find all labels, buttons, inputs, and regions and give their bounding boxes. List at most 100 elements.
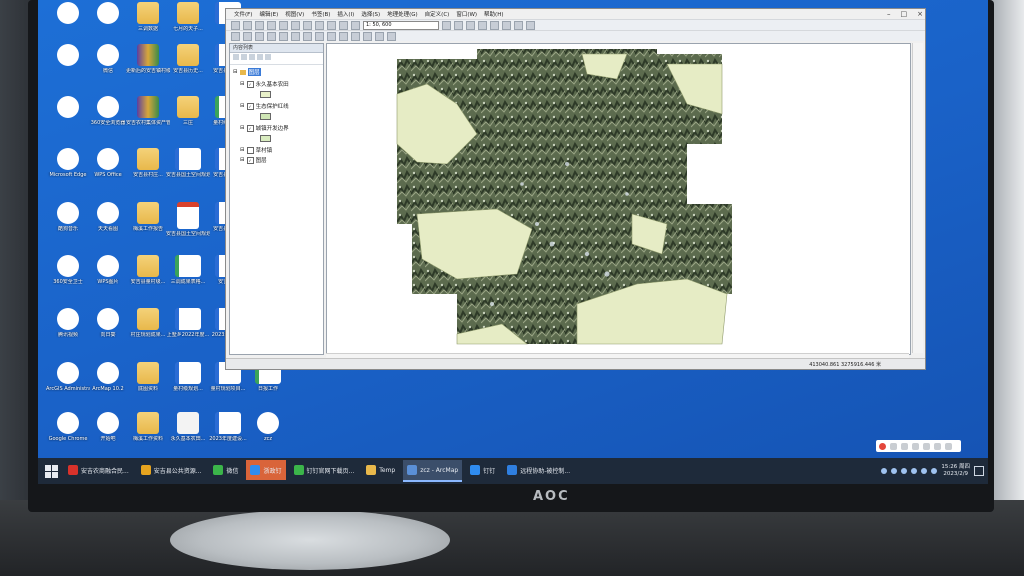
catalog-icon[interactable] <box>478 20 487 30</box>
desktop-icon[interactable]: 七月的天子... <box>166 2 210 32</box>
toc-layer-item[interactable]: ⊟ ✓ 图层 <box>240 156 267 164</box>
menu-windows[interactable]: 窗口(W) <box>456 10 477 18</box>
map-view[interactable] <box>326 43 911 355</box>
cut-icon[interactable] <box>279 20 288 30</box>
menu-selection[interactable]: 选择(S) <box>361 10 380 18</box>
python-icon[interactable] <box>514 20 523 30</box>
desktop-icon[interactable] <box>46 2 90 26</box>
model-builder-icon[interactable] <box>526 20 535 30</box>
desktop-icon[interactable] <box>46 96 90 120</box>
menu-bookmarks[interactable]: 书签(B) <box>311 10 330 18</box>
layer-visibility-checkbox[interactable] <box>246 146 254 154</box>
desktop-icon[interactable]: 三调成果表格... <box>166 255 210 285</box>
zoom-in-icon[interactable] <box>231 31 240 41</box>
maximize-icon[interactable]: □ <box>901 10 908 18</box>
list-by-visibility-icon[interactable] <box>249 54 255 60</box>
delete-icon[interactable] <box>315 20 324 30</box>
desktop-icon[interactable]: Microsoft Edge <box>46 148 90 178</box>
desktop-icon[interactable]: 微信 <box>86 44 130 74</box>
desktop-icon[interactable]: 梅溪工作资料 <box>126 412 170 442</box>
find-icon[interactable] <box>363 31 372 41</box>
layer-visibility-checkbox[interactable]: ✓ <box>246 80 254 88</box>
desktop-icon[interactable]: 安吉县历史... <box>166 44 210 74</box>
layer-visibility-checkbox[interactable]: ✓ <box>246 124 254 132</box>
layer-visibility-checkbox[interactable]: ✓ <box>246 156 254 164</box>
desktop-icon[interactable]: 安吉县量村级... <box>126 255 170 285</box>
zoom-out-icon[interactable] <box>243 31 252 41</box>
expand-icon[interactable]: ⊟ <box>240 103 245 109</box>
desktop-icon[interactable]: 腾讯视频 <box>46 308 90 338</box>
menu-geoprocessing[interactable]: 地理处理(G) <box>387 10 418 18</box>
desktop-icon[interactable]: 底图资料 <box>126 362 170 392</box>
toc-layer-item[interactable]: ⊟ ✓ 城镇开发边界 <box>240 124 289 132</box>
desktop-icon[interactable]: Google Chrome <box>46 412 90 442</box>
list-by-source-icon[interactable] <box>241 54 247 60</box>
desktop-icon[interactable]: zcz <box>246 412 290 442</box>
desktop-icon[interactable]: 2023年度建设... <box>206 412 250 442</box>
redo-icon[interactable] <box>339 20 348 30</box>
copy-icon[interactable] <box>291 20 300 30</box>
desktop-icon[interactable]: 天天看图 <box>86 202 130 232</box>
menu-insert[interactable]: 插入(I) <box>337 10 354 18</box>
layer-symbol-swatch[interactable] <box>260 113 271 120</box>
table-icon[interactable] <box>454 20 463 30</box>
list-by-selection-icon[interactable] <box>257 54 263 60</box>
layer-visibility-checkbox[interactable]: ✓ <box>246 102 254 110</box>
menu-customize[interactable]: 自定义(C) <box>425 10 450 18</box>
back-extent-icon[interactable] <box>279 31 288 41</box>
toolbox-icon[interactable] <box>502 20 511 30</box>
hyperlink-icon[interactable] <box>339 31 348 41</box>
ime-skin-icon[interactable] <box>934 442 941 450</box>
desktop-icon[interactable]: 永久基本农田... <box>166 412 210 442</box>
taskbar-app-button[interactable]: 钉钉 <box>466 460 499 480</box>
notification-icon[interactable] <box>974 466 984 476</box>
full-extent-icon[interactable] <box>267 31 276 41</box>
ime-mode-icon[interactable] <box>890 442 897 450</box>
desktop-icon[interactable]: 安吉县国土空间规划... <box>166 148 210 178</box>
desktop-icon[interactable] <box>86 2 130 26</box>
toc-options-icon[interactable] <box>265 54 271 60</box>
desktop-icon[interactable]: 量村级规划... <box>166 362 210 392</box>
menu-file[interactable]: 文件(F) <box>234 10 252 18</box>
tray-cloud-icon[interactable] <box>891 468 898 474</box>
add-data-icon[interactable] <box>351 20 360 30</box>
desktop-icon[interactable]: 安吉县村庄... <box>126 148 170 178</box>
print-icon[interactable] <box>267 20 276 30</box>
expand-icon[interactable]: ⊟ <box>240 147 245 153</box>
close-icon[interactable]: × <box>917 10 923 18</box>
menu-help[interactable]: 帮助(H) <box>484 10 503 18</box>
system-clock[interactable]: 15:26 周四 2023/2/9 <box>941 464 970 478</box>
tray-wechat-icon[interactable] <box>911 468 918 474</box>
ime-punct-icon[interactable] <box>901 442 908 450</box>
desktop-icon[interactable]: 开始吧 <box>86 412 130 442</box>
menu-edit[interactable]: 编辑(E) <box>259 10 278 18</box>
tray-security-icon[interactable] <box>901 468 908 474</box>
desktop-icon[interactable]: 梅溪工作报告 <box>126 202 170 232</box>
desktop-icon[interactable]: 安吉农村集体资产管理... <box>126 96 170 126</box>
taskbar-app-button[interactable]: 安吉农商融合民... <box>64 460 133 480</box>
search-icon[interactable] <box>490 20 499 30</box>
undo-icon[interactable] <box>327 20 336 30</box>
desktop-icon[interactable]: 360安全卫士 <box>46 255 90 285</box>
menu-view[interactable]: 视图(V) <box>285 10 304 18</box>
toc-root-layers[interactable]: ⊟ 图层 <box>233 68 261 76</box>
paste-icon[interactable] <box>303 20 312 30</box>
collapse-icon[interactable]: ⊟ <box>233 69 238 75</box>
pan-icon[interactable] <box>255 31 264 41</box>
desktop-icon[interactable]: 上墅乡2022年度... <box>166 308 210 338</box>
toc-layer-item[interactable]: ⊟ ✓ 永久基本农田 <box>240 80 289 88</box>
save-icon[interactable] <box>255 20 264 30</box>
minimize-icon[interactable]: – <box>887 10 891 18</box>
new-document-icon[interactable] <box>231 20 240 30</box>
toc-icon[interactable] <box>466 20 475 30</box>
windows-start-icon[interactable] <box>42 462 60 480</box>
desktop-icon[interactable]: 村庄规划成果... <box>126 308 170 338</box>
desktop-icon[interactable]: 360安全浏览器 <box>86 96 130 126</box>
tray-app-icon[interactable] <box>881 468 888 474</box>
tray-network-icon[interactable] <box>921 468 928 474</box>
measure-icon[interactable] <box>351 31 360 41</box>
map-vertical-scrollbar[interactable] <box>912 43 923 353</box>
ime-mic-icon[interactable] <box>912 442 919 450</box>
select-features-icon[interactable] <box>303 31 312 41</box>
desktop-icon[interactable]: ArcGIS Administrator <box>46 362 90 392</box>
